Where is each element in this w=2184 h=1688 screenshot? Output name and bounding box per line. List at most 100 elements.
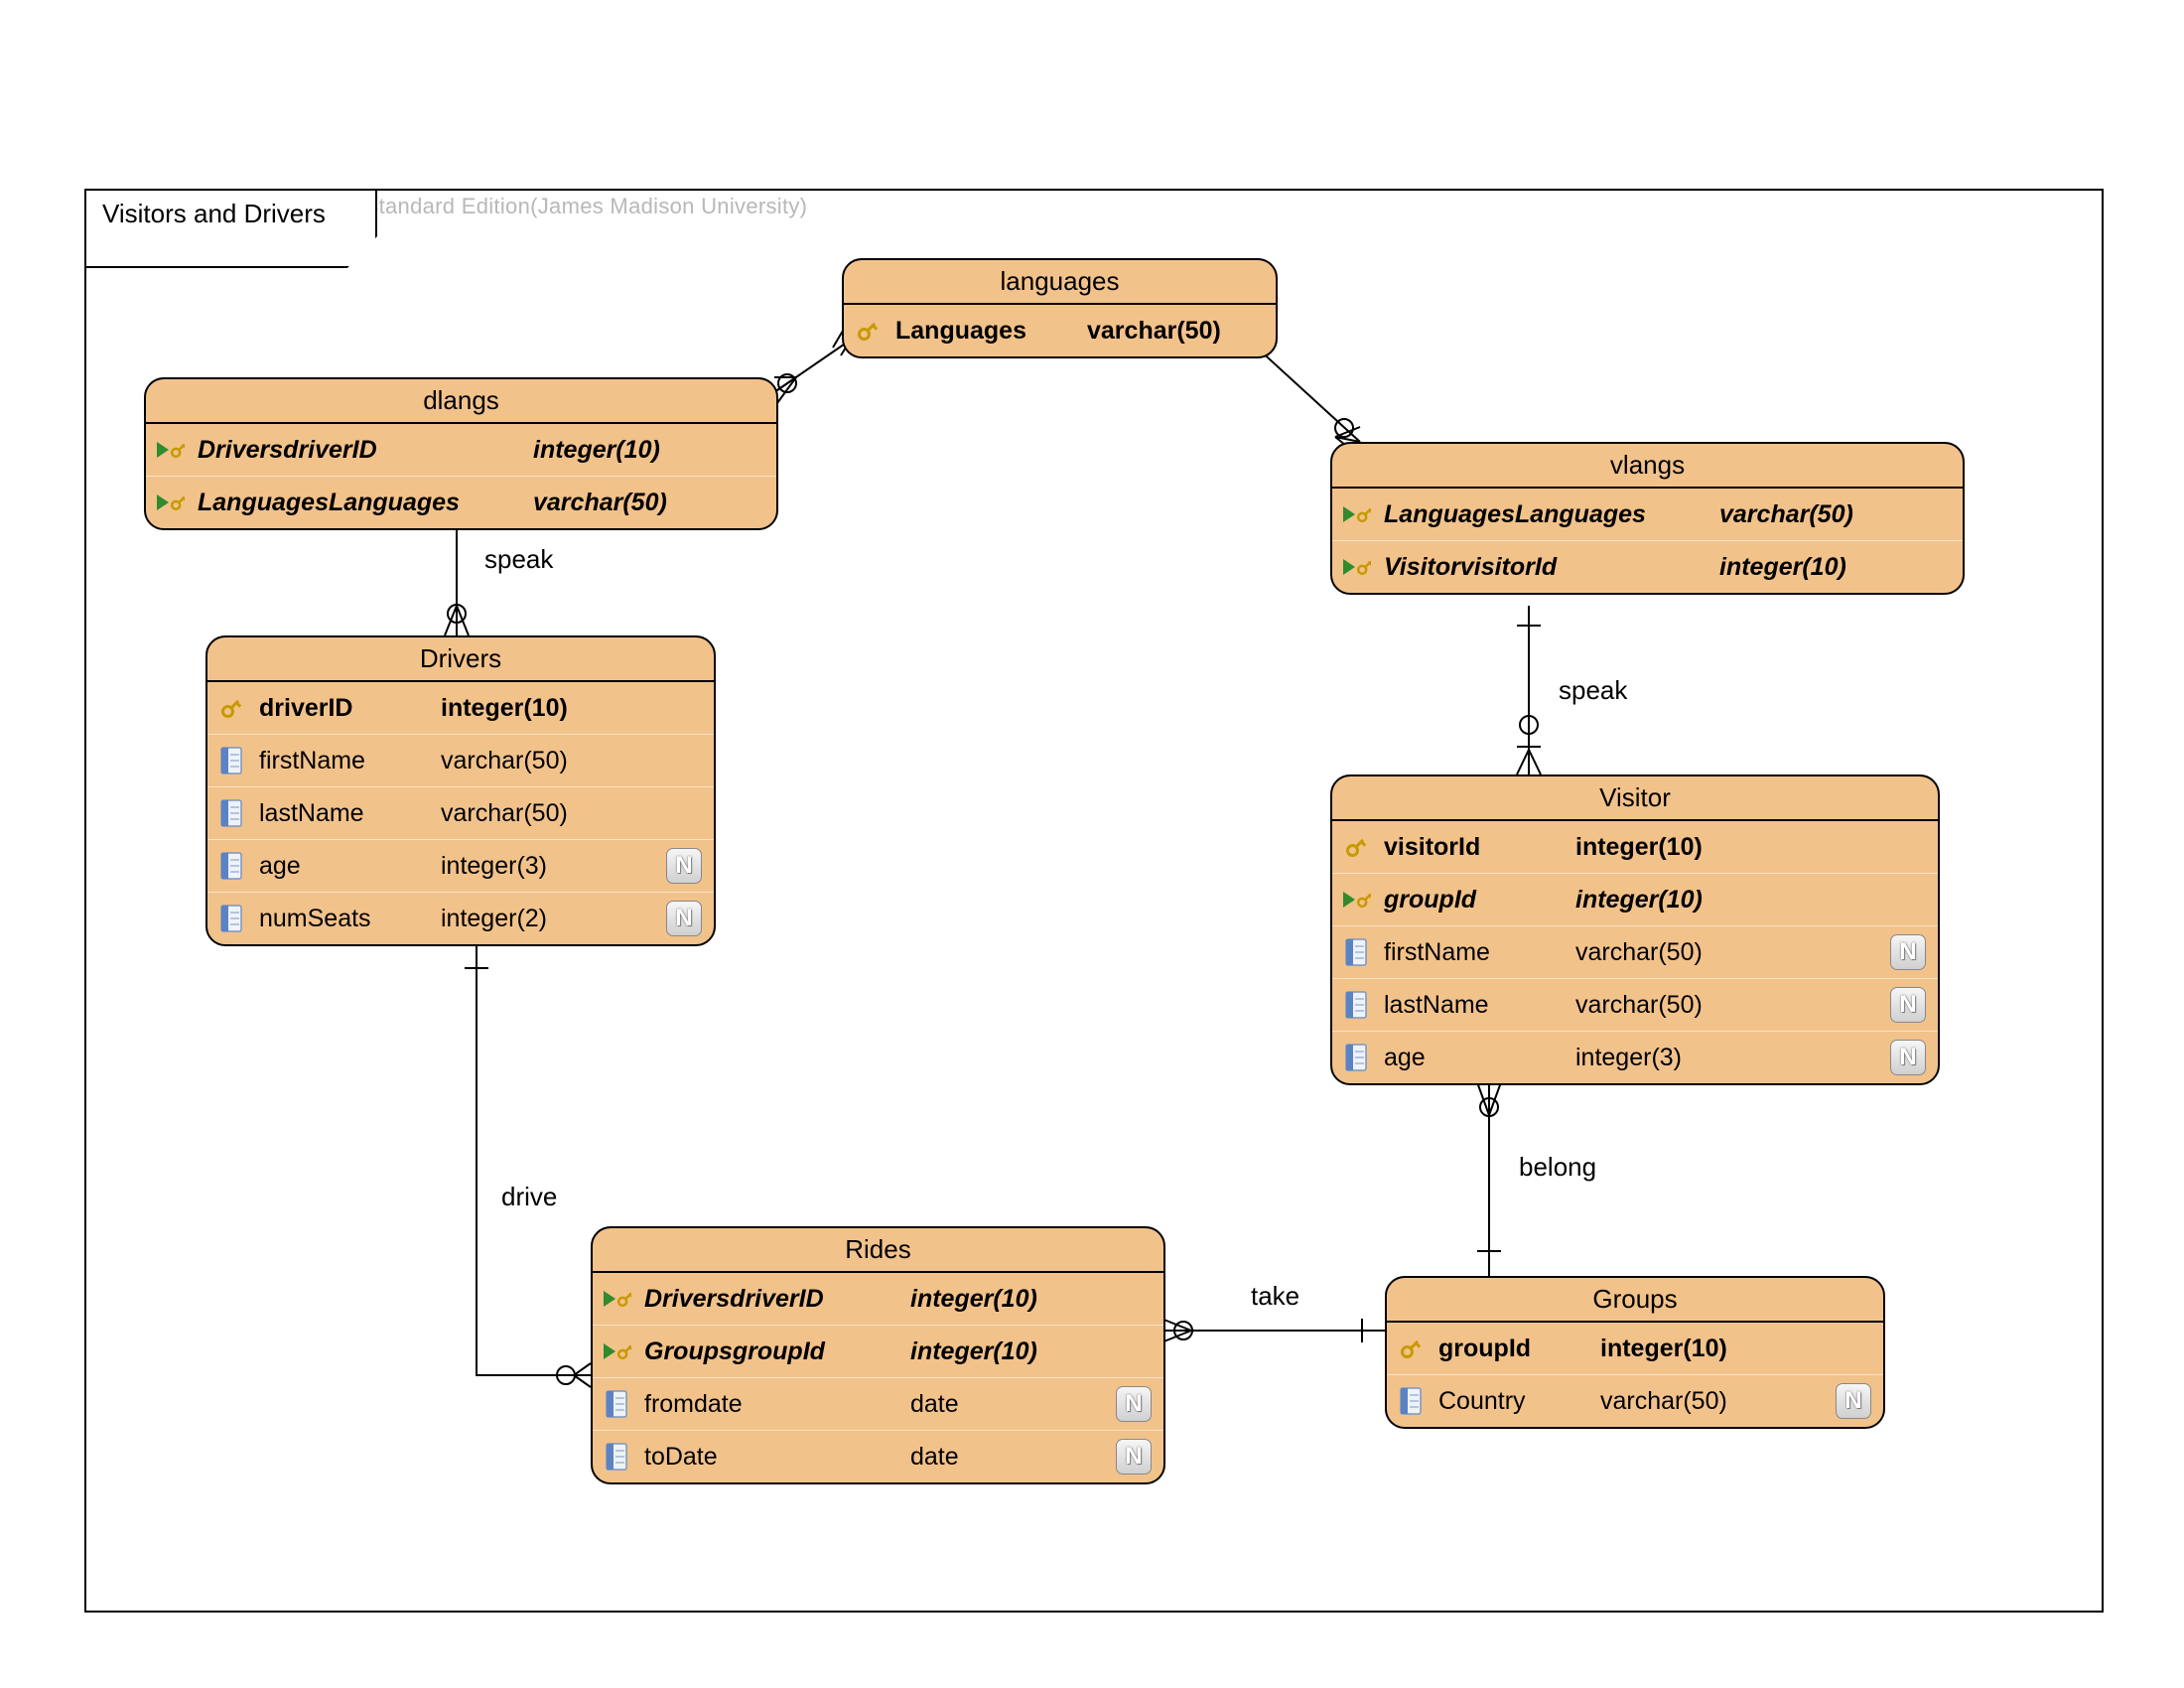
column-row[interactable]: visitorIdinteger(10)	[1332, 821, 1938, 874]
column-name: age	[1384, 1044, 1558, 1072]
column-type: varchar(50)	[1719, 500, 1853, 529]
column-type: integer(3)	[441, 852, 547, 881]
column-row[interactable]: lastNamevarchar(50)N	[1332, 979, 1938, 1032]
column-name: groupId	[1438, 1335, 1582, 1363]
column-type: integer(2)	[441, 905, 547, 933]
entity-rows: Languagesvarchar(50)	[844, 305, 1276, 356]
column-name: lastName	[1384, 991, 1558, 1020]
entity-title: Rides	[593, 1228, 1163, 1273]
column-row[interactable]: groupId integer(10)	[1387, 1323, 1883, 1375]
column-row[interactable]: numSeats integer(2) N	[207, 893, 714, 944]
column-row[interactable]: age integer(3) N	[1332, 1032, 1938, 1083]
entity-vlangs[interactable]: vlangs LanguagesLanguages varchar(50) Visi…	[1330, 442, 1965, 595]
column-type: integer(10)	[533, 436, 660, 465]
rel-label-drive: drive	[501, 1182, 557, 1212]
column-type: varchar(50)	[533, 489, 667, 517]
foreign-key-icon	[1340, 551, 1372, 583]
column-icon	[1340, 989, 1372, 1021]
column-row[interactable]: firstName varchar(50)	[207, 735, 714, 787]
column-row[interactable]: fromdate date N	[593, 1378, 1163, 1431]
column-type: integer(10)	[1575, 833, 1703, 862]
foreign-key-icon	[601, 1283, 632, 1315]
column-row[interactable]: DriversdriverID integer(10)	[593, 1273, 1163, 1326]
foreign-key-icon	[154, 487, 186, 518]
primary-key-icon	[215, 692, 247, 724]
column-name: numSeats	[259, 905, 423, 933]
column-icon	[1395, 1385, 1427, 1417]
nullable-badge: N	[1116, 1386, 1152, 1422]
column-type: date	[910, 1443, 959, 1472]
foreign-key-icon	[154, 434, 186, 466]
column-name: Country	[1438, 1387, 1582, 1416]
column-row[interactable]: Languagesvarchar(50)	[844, 305, 1276, 356]
column-row[interactable]: toDatedateN	[593, 1431, 1163, 1482]
column-name: DriversdriverID	[198, 436, 515, 465]
entity-rows: DriversdriverID integer(10) GroupsgroupId i…	[593, 1273, 1163, 1482]
column-row[interactable]: LanguagesLanguages varchar(50)	[1332, 489, 1963, 541]
primary-key-icon	[1340, 831, 1372, 863]
column-type: integer(10)	[1575, 886, 1703, 914]
foreign-key-icon	[1340, 884, 1372, 915]
entity-title: Drivers	[207, 637, 714, 682]
nullable-badge: N	[1890, 934, 1926, 970]
entity-rows: visitorIdinteger(10)groupIdinteger(10)fi…	[1332, 821, 1938, 1083]
column-icon	[215, 850, 247, 882]
column-icon	[1340, 1042, 1372, 1073]
column-name: firstName	[1384, 938, 1558, 967]
diagram-canvas: Visual Paradigm for UML Standard Edition…	[60, 60, 2124, 1628]
primary-key-icon	[1395, 1333, 1427, 1364]
rel-label-speak-visitor: speak	[1559, 675, 1627, 706]
column-row[interactable]: DriversdriverID integer(10)	[146, 424, 776, 477]
column-type: integer(10)	[910, 1285, 1037, 1314]
column-row[interactable]: firstName varchar(50) N	[1332, 926, 1938, 979]
entity-dlangs[interactable]: dlangs DriversdriverIDinteger(10)Languag…	[144, 377, 778, 530]
column-type: integer(3)	[1575, 1044, 1682, 1072]
entity-rows: DriversdriverID integer(10) LanguagesLangu…	[146, 424, 776, 528]
column-name: Languages	[895, 317, 1069, 346]
foreign-key-icon	[601, 1336, 632, 1367]
entity-title: Visitor	[1332, 776, 1938, 821]
nullable-badge: N	[1890, 1040, 1926, 1075]
column-row[interactable]: Country varchar(50) N	[1387, 1375, 1883, 1427]
column-type: varchar(50)	[441, 747, 568, 775]
column-name: firstName	[259, 747, 423, 775]
nullable-badge: N	[1890, 987, 1926, 1023]
nullable-badge: N	[1836, 1383, 1871, 1419]
column-name: VisitorvisitorId	[1384, 553, 1702, 582]
column-name: fromdate	[644, 1390, 892, 1419]
entity-rows: LanguagesLanguages varchar(50) Visitorvisi…	[1332, 489, 1963, 593]
column-type: varchar(50)	[1575, 938, 1703, 967]
column-row[interactable]: GroupsgroupId integer(10)	[593, 1326, 1163, 1378]
column-type: varchar(50)	[441, 799, 568, 828]
column-row[interactable]: ageinteger(3)N	[207, 840, 714, 893]
entity-rows: groupId integer(10) Country varchar(50) N	[1387, 1323, 1883, 1427]
column-name: driverID	[259, 694, 423, 723]
column-type: varchar(50)	[1600, 1387, 1727, 1416]
entity-visitor[interactable]: Visitor visitorIdinteger(10)groupIdinteg…	[1330, 774, 1940, 1085]
column-row[interactable]: lastNamevarchar(50)	[207, 787, 714, 840]
entity-title: vlangs	[1332, 444, 1963, 489]
entity-languages[interactable]: languages Languagesvarchar(50)	[842, 258, 1278, 358]
column-row[interactable]: VisitorvisitorIdinteger(10)	[1332, 541, 1963, 593]
column-icon	[215, 745, 247, 776]
column-icon	[601, 1441, 632, 1473]
column-row[interactable]: LanguagesLanguagesvarchar(50)	[146, 477, 776, 528]
column-type: integer(10)	[910, 1337, 1037, 1366]
entity-groups[interactable]: Groups groupId integer(10) Country varchar(…	[1385, 1276, 1885, 1429]
column-name: DriversdriverID	[644, 1285, 892, 1314]
rel-label-speak-drivers: speak	[484, 544, 553, 575]
entity-rides[interactable]: Rides DriversdriverIDinteger(10)Groupsgr…	[591, 1226, 1165, 1484]
column-row[interactable]: driverIDinteger(10)	[207, 682, 714, 735]
entity-drivers[interactable]: Drivers driverIDinteger(10) firstName varc…	[205, 635, 716, 946]
column-type: integer(10)	[1600, 1335, 1727, 1363]
column-name: LanguagesLanguages	[1384, 500, 1702, 529]
nullable-badge: N	[666, 848, 702, 884]
column-name: GroupsgroupId	[644, 1337, 892, 1366]
column-row[interactable]: groupIdinteger(10)	[1332, 874, 1938, 926]
rel-label-take: take	[1251, 1281, 1299, 1312]
column-type: date	[910, 1390, 959, 1419]
entity-rows: driverIDinteger(10)firstNamevarchar(50)l…	[207, 682, 714, 944]
entity-title: languages	[844, 260, 1276, 305]
entity-title: Groups	[1387, 1278, 1883, 1323]
nullable-badge: N	[666, 901, 702, 936]
